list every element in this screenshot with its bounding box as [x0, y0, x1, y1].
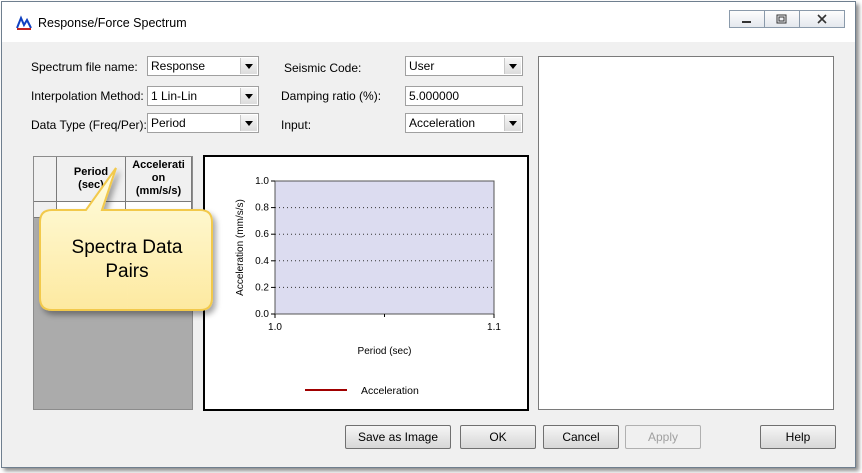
- x-axis-label: Period (sec): [358, 346, 412, 357]
- window-title: Response/Force Spectrum: [38, 16, 187, 30]
- minimize-button[interactable]: [729, 10, 765, 28]
- input-value: Acceleration: [409, 116, 476, 130]
- y-tick-label: 1.0: [255, 176, 269, 187]
- y-tick-label: 0.6: [255, 229, 269, 240]
- chevron-down-icon[interactable]: [240, 115, 257, 131]
- data-type-label: Data Type (Freq/Per):: [31, 118, 147, 132]
- close-button[interactable]: [799, 10, 845, 28]
- window-controls: [729, 10, 845, 30]
- save-as-image-button[interactable]: Save as Image: [345, 425, 451, 449]
- chevron-down-icon[interactable]: [504, 115, 521, 131]
- preview-panel: [538, 56, 834, 410]
- spectra-data-callout: Spectra Data Pairs: [39, 167, 213, 311]
- callout-text: Spectra Data Pairs: [42, 210, 212, 310]
- damping-input[interactable]: 5.000000: [405, 86, 523, 106]
- x-tick-label: 1.0: [268, 322, 282, 333]
- callout-line1: Spectra Data: [71, 237, 183, 258]
- minimize-icon: [742, 21, 751, 23]
- x-tick-label: 1.1: [487, 322, 501, 333]
- callout-line2: Pairs: [105, 261, 149, 282]
- close-icon: [817, 14, 827, 24]
- damping-label: Damping ratio (%):: [281, 89, 382, 103]
- chevron-down-icon[interactable]: [240, 58, 257, 74]
- spectrum-file-value: Response: [151, 59, 206, 73]
- spectrum-file-select[interactable]: Response: [147, 56, 259, 76]
- restore-icon: [776, 14, 787, 24]
- ok-button[interactable]: OK: [460, 425, 536, 449]
- chevron-down-icon[interactable]: [504, 58, 521, 74]
- y-tick-label: 0.4: [255, 256, 269, 267]
- seismic-code-select[interactable]: User: [405, 56, 523, 76]
- help-button[interactable]: Help: [760, 425, 836, 449]
- y-tick-label: 0.8: [255, 203, 269, 214]
- damping-value: 5.000000: [409, 89, 460, 103]
- spectrum-file-label: Spectrum file name:: [31, 60, 138, 74]
- restore-button[interactable]: [764, 10, 800, 28]
- y-tick-label: 0.0: [255, 309, 269, 320]
- input-label: Input:: [281, 118, 312, 132]
- chart-svg: 0.0 0.2 0.4 0.6 0.8 1.0 1.0 1.1 Period (sec) Acce…: [235, 176, 501, 397]
- interpolation-label: Interpolation Method:: [31, 89, 144, 103]
- plot-area: [274, 180, 495, 315]
- interpolation-select[interactable]: 1 Lin-Lin: [147, 86, 259, 106]
- interpolation-value: 1 Lin-Lin: [151, 89, 198, 103]
- app-icon: [16, 15, 32, 31]
- seismic-code-value: User: [409, 59, 435, 73]
- data-type-value: Period: [151, 116, 186, 130]
- apply-button[interactable]: Apply: [625, 425, 701, 449]
- legend-label: Acceleration: [361, 385, 419, 397]
- input-select[interactable]: Acceleration: [405, 113, 523, 133]
- y-axis-label: Acceleration (mm/s/s): [235, 199, 246, 296]
- y-tick-label: 0.2: [255, 282, 269, 293]
- data-type-select[interactable]: Period: [147, 113, 259, 133]
- spectrum-chart: 0.0 0.2 0.4 0.6 0.8 1.0 1.0 1.1 Period (sec) Acce…: [203, 155, 529, 411]
- response-force-spectrum-window: Response/Force Spectrum Spectrum file na…: [1, 1, 856, 468]
- seismic-code-label: Seismic Code:: [284, 61, 362, 75]
- cancel-button[interactable]: Cancel: [543, 425, 619, 449]
- title-bar: Response/Force Spectrum: [2, 2, 855, 42]
- chevron-down-icon[interactable]: [240, 88, 257, 104]
